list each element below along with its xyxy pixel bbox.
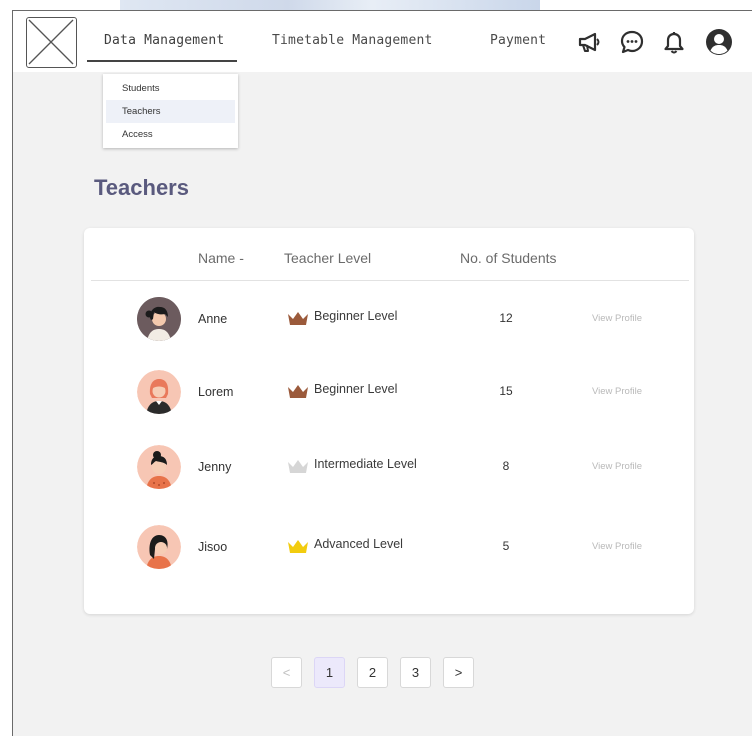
column-header-name[interactable]: Name - <box>198 250 244 266</box>
student-count: 8 <box>502 459 510 473</box>
teacher-level: Intermediate Level <box>314 457 417 471</box>
teacher-level: Beginner Level <box>314 309 398 323</box>
teachers-table-card: Name - Teacher Level No. of Students Ann… <box>84 228 694 614</box>
pagination-prev-button[interactable]: < <box>271 657 302 688</box>
nav-data-management[interactable]: Data Management <box>104 33 224 48</box>
dropdown-item-access[interactable]: Access <box>103 123 238 146</box>
crown-icon <box>288 460 308 473</box>
teacher-level: Advanced Level <box>314 537 403 551</box>
table-row: Lorem Beginner Level 15 View Profile <box>84 370 694 420</box>
header-divider <box>91 280 689 281</box>
bell-icon[interactable] <box>661 29 687 55</box>
pagination-page-3[interactable]: 3 <box>400 657 431 688</box>
student-count: 5 <box>502 539 510 553</box>
table-row: Jisoo Advanced Level 5 View Profile <box>84 525 694 575</box>
top-banner-graphic <box>120 0 540 10</box>
column-header-teacher-level: Teacher Level <box>284 250 372 266</box>
dropdown-item-students[interactable]: Students <box>103 77 238 100</box>
nav-timetable-management[interactable]: Timetable Management <box>272 33 433 48</box>
megaphone-icon[interactable] <box>577 29 603 55</box>
avatar <box>137 370 181 414</box>
nav-payment[interactable]: Payment <box>490 33 546 48</box>
avatar <box>137 297 181 341</box>
dropdown-item-teachers[interactable]: Teachers <box>106 100 235 123</box>
page-title: Teachers <box>94 175 189 200</box>
view-profile-link[interactable]: View Profile <box>592 313 642 324</box>
view-profile-link[interactable]: View Profile <box>592 386 642 397</box>
crown-icon <box>288 312 308 325</box>
crown-icon <box>288 385 308 398</box>
user-avatar-icon[interactable] <box>705 28 733 56</box>
student-count: 12 <box>499 311 513 325</box>
pagination-page-1[interactable]: 1 <box>314 657 345 688</box>
logo-placeholder-icon[interactable] <box>26 17 77 68</box>
app-frame: Data Management Timetable Management Pay… <box>12 10 752 736</box>
table-row: Jenny Intermediate Level 8 View Profile <box>84 445 694 495</box>
teacher-name: Jenny <box>198 460 232 474</box>
data-management-dropdown: Students Teachers Access <box>103 74 238 148</box>
navbar: Data Management Timetable Management Pay… <box>13 11 752 72</box>
column-header-no-of-students: No. of Students <box>460 250 557 266</box>
view-profile-link[interactable]: View Profile <box>592 541 642 552</box>
teacher-name: Anne <box>198 312 228 326</box>
chat-icon[interactable] <box>619 29 645 55</box>
pagination-next-button[interactable]: > <box>443 657 474 688</box>
view-profile-link[interactable]: View Profile <box>592 461 642 472</box>
nav-active-underline <box>87 60 237 62</box>
teacher-name: Jisoo <box>198 540 228 554</box>
teacher-level: Beginner Level <box>314 382 398 396</box>
teacher-name: Lorem <box>198 385 234 399</box>
avatar <box>137 445 181 489</box>
table-row: Anne Beginner Level 12 View Profile <box>84 297 694 347</box>
student-count: 15 <box>499 384 513 398</box>
avatar <box>137 525 181 569</box>
crown-icon <box>288 540 308 553</box>
pagination-page-2[interactable]: 2 <box>357 657 388 688</box>
